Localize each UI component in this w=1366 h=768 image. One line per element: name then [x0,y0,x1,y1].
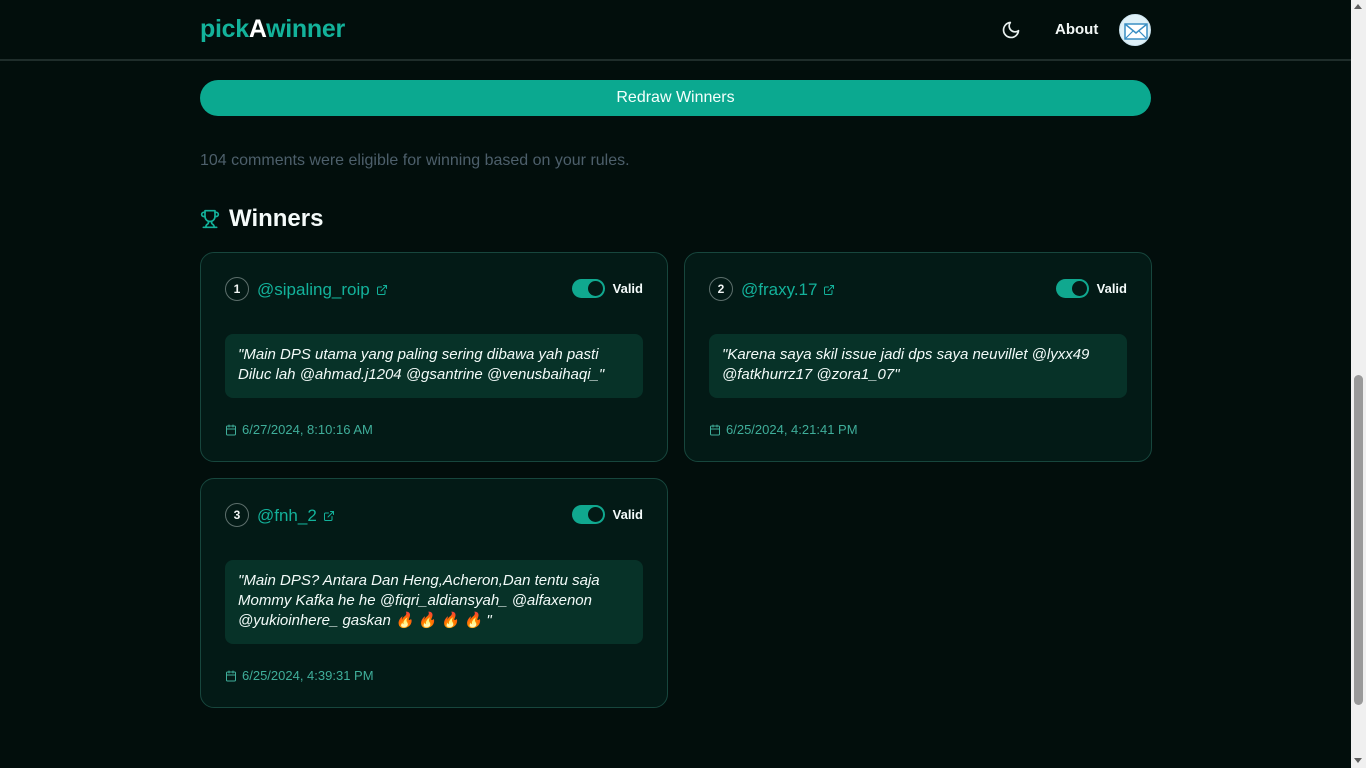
mail-icon [1124,23,1148,40]
winners-heading: Winners [200,205,323,233]
toggle-switch[interactable] [571,505,605,524]
scroll-down-arrow[interactable] [1354,758,1362,763]
about-link[interactable]: About [1055,21,1098,38]
username-text: @fraxy.17 [741,280,818,299]
date-text: 6/27/2024, 8:10:16 AM [242,422,373,437]
toggle-knob [587,507,603,522]
username-text: @sipaling_roip [257,280,370,299]
toggle-knob [1071,281,1087,296]
winner-card: 1 @sipaling_roip Valid "Main DPS utama y… [200,252,668,462]
logo-winner: winner [266,15,345,43]
toggle-knob [587,281,603,296]
valid-toggle[interactable]: Valid [1055,279,1127,298]
external-link-icon [824,285,835,295]
avatar[interactable] [1119,14,1151,46]
comment-text: "Karena saya skil issue jadi dps saya ne… [709,334,1127,398]
comment-text: "Main DPS utama yang paling sering dibaw… [225,334,643,398]
username-link[interactable]: @fraxy.17 [741,280,835,300]
comment-date: 6/25/2024, 4:39:31 PM [225,668,374,683]
external-link-icon [376,285,387,295]
winner-card: 3 @fnh_2 Valid "Main DPS? Antara Dan Hen… [200,478,668,708]
calendar-icon [710,424,720,435]
toggle-switch[interactable] [571,279,605,298]
rank-badge: 1 [225,277,249,301]
scrollbar-thumb[interactable] [1354,375,1363,705]
calendar-icon [226,670,236,681]
scroll-up-arrow[interactable] [1354,4,1362,9]
app-logo[interactable]: pickAwinner [200,15,345,44]
valid-toggle[interactable]: Valid [571,505,643,524]
calendar-icon [226,424,236,435]
valid-toggle[interactable]: Valid [571,279,643,298]
valid-label: Valid [1096,281,1127,296]
comment-date: 6/25/2024, 4:21:41 PM [709,422,858,437]
valid-label: Valid [612,281,643,296]
comment-date: 6/27/2024, 8:10:16 AM [225,422,373,437]
username-text: @fnh_2 [257,506,317,525]
username-link[interactable]: @sipaling_roip [257,280,388,300]
redraw-winners-button[interactable]: Redraw Winners [200,80,1151,116]
logo-a: A [248,15,267,43]
winners-title: Winners [229,205,324,232]
top-nav: pickAwinner About [0,0,1351,61]
rank-badge: 2 [709,277,733,301]
external-link-icon [323,511,334,521]
username-link[interactable]: @fnh_2 [257,506,335,526]
logo-pick: pick [200,15,249,43]
trophy-icon [200,209,220,229]
valid-label: Valid [612,507,643,522]
comment-text: "Main DPS? Antara Dan Heng,Acheron,Dan t… [225,560,643,644]
winner-card: 2 @fraxy.17 Valid "Karena saya skil issu… [684,252,1152,462]
moon-icon[interactable] [1001,20,1021,40]
date-text: 6/25/2024, 4:21:41 PM [726,422,858,437]
rank-badge: 3 [225,503,249,527]
date-text: 6/25/2024, 4:39:31 PM [242,668,374,683]
toggle-switch[interactable] [1055,279,1089,298]
eligible-count-text: 104 comments were eligible for winning b… [200,152,630,169]
